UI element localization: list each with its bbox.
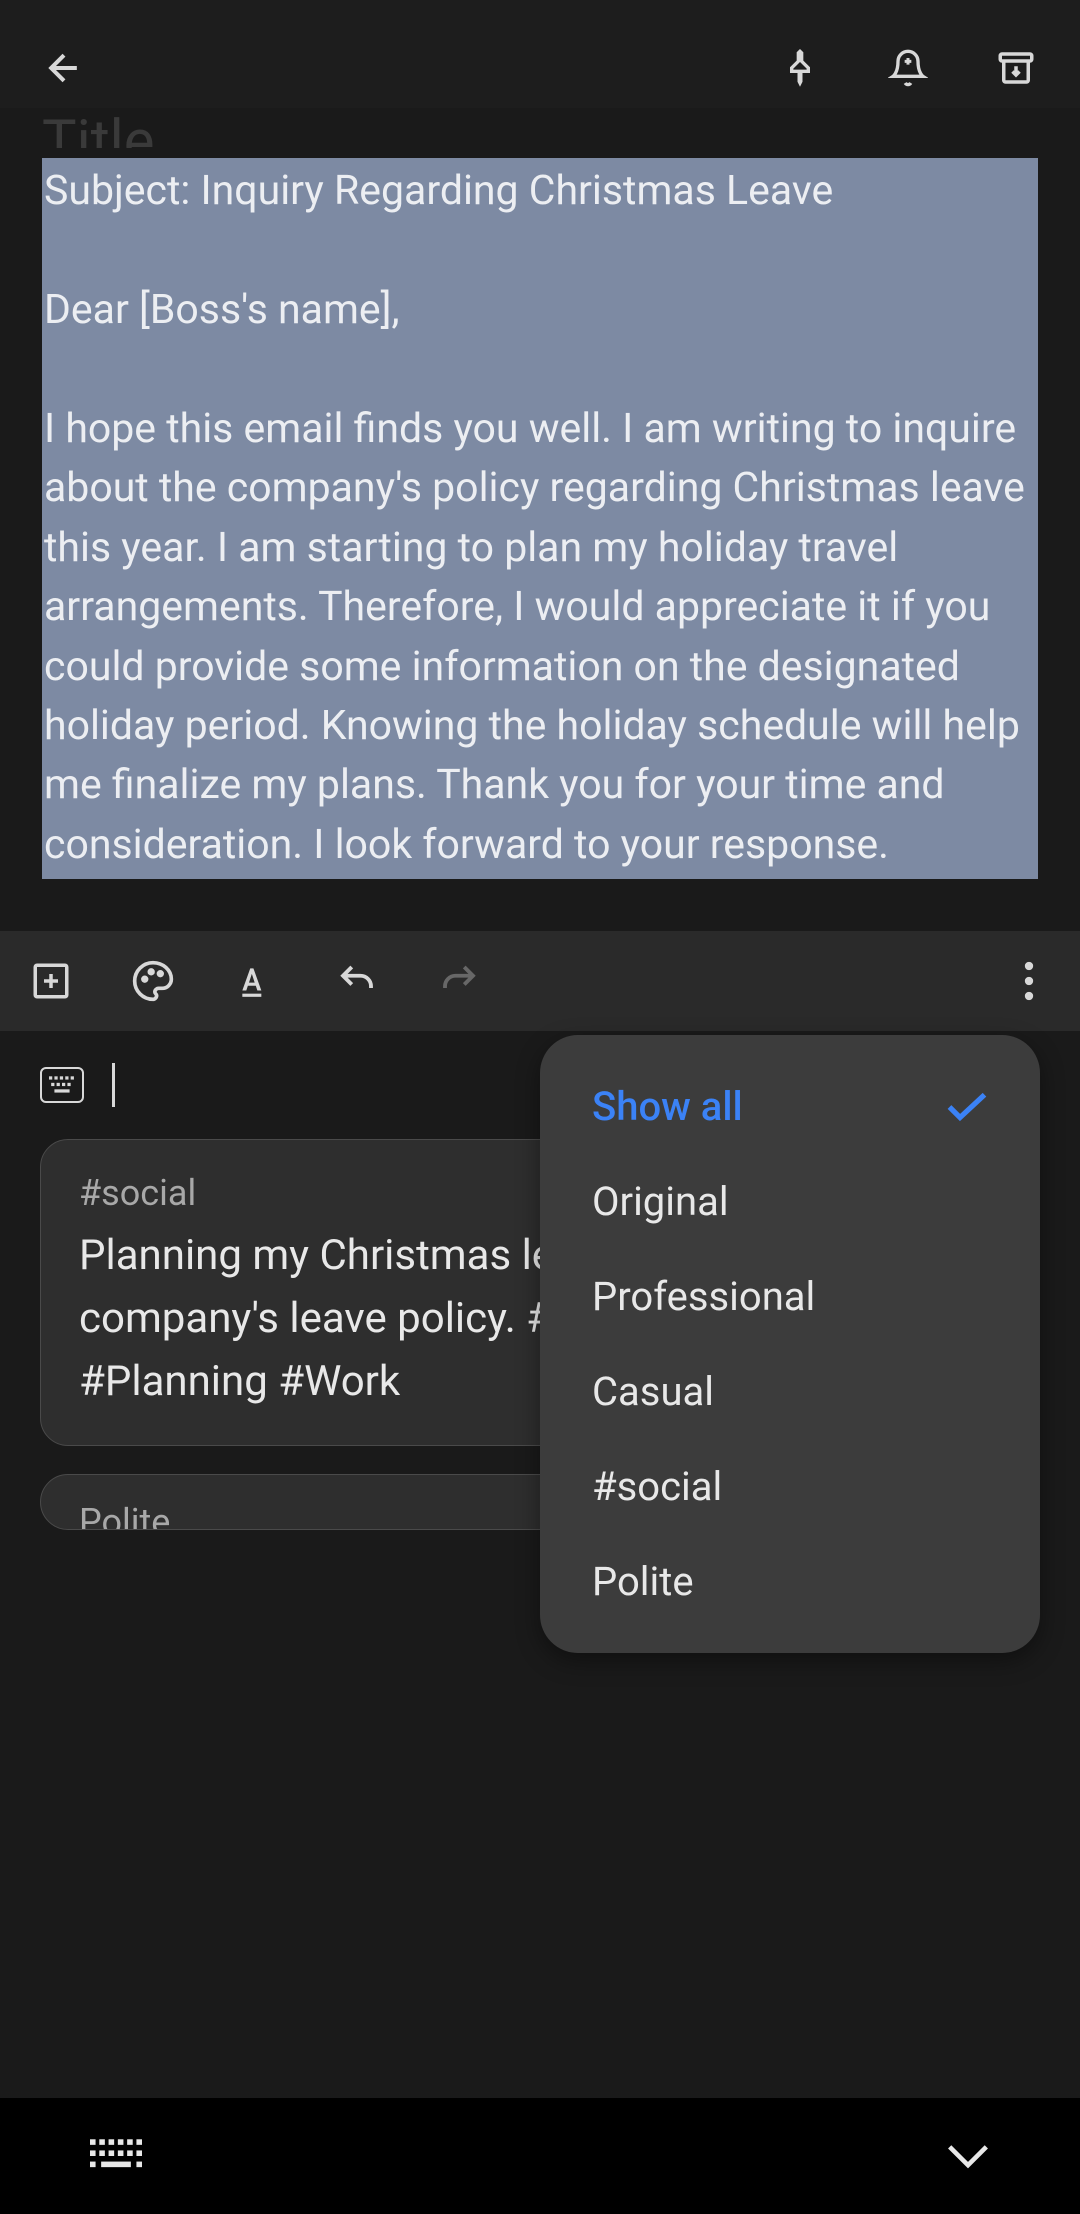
dropdown-item-social[interactable]: #social xyxy=(540,1439,1040,1534)
add-box-icon xyxy=(30,960,72,1002)
keyboard-icon xyxy=(90,2138,142,2174)
input-cursor[interactable] xyxy=(112,1063,115,1107)
note-content: Title Subject: Inquiry Regarding Christm… xyxy=(0,108,1080,879)
email-subject: Subject: Inquiry Regarding Christmas Lea… xyxy=(44,167,833,215)
collapse-button[interactable] xyxy=(946,2142,990,2170)
dropdown-item-casual[interactable]: Casual xyxy=(540,1344,1040,1439)
dropdown-label: Professional xyxy=(592,1273,815,1320)
keyboard-button[interactable] xyxy=(90,2138,142,2174)
archive-button[interactable] xyxy=(992,44,1040,92)
title-placeholder[interactable]: Title xyxy=(42,108,1038,148)
chevron-down-icon xyxy=(946,2142,990,2170)
note-body[interactable]: Subject: Inquiry Regarding Christmas Lea… xyxy=(42,158,1038,879)
undo-button[interactable] xyxy=(334,958,380,1004)
palette-button[interactable] xyxy=(130,958,176,1004)
email-greeting: Dear [Boss's name], xyxy=(44,286,400,334)
dropdown-label: #social xyxy=(592,1463,722,1510)
dropdown-item-original[interactable]: Original xyxy=(540,1154,1040,1249)
arrow-back-icon xyxy=(42,46,86,90)
tone-dropdown: Show all Original Professional Casual #s… xyxy=(540,1035,1040,1653)
dropdown-label: Show all xyxy=(592,1083,743,1130)
more-vert-icon xyxy=(1024,961,1034,1001)
text-format-button[interactable] xyxy=(232,958,278,1004)
pin-icon xyxy=(780,46,820,90)
dropdown-item-show-all[interactable]: Show all xyxy=(540,1059,1040,1154)
format-toolbar xyxy=(0,931,1080,1031)
keyboard-toggle[interactable] xyxy=(40,1067,84,1103)
check-icon xyxy=(946,1091,988,1123)
archive-icon xyxy=(995,47,1037,89)
keyboard-small-icon xyxy=(49,1076,75,1094)
add-button[interactable] xyxy=(28,958,74,1004)
dropdown-item-polite[interactable]: Polite xyxy=(540,1534,1040,1629)
redo-icon xyxy=(438,960,480,1002)
redo-button xyxy=(436,958,482,1004)
back-button[interactable] xyxy=(40,44,88,92)
pin-button[interactable] xyxy=(776,44,824,92)
palette-icon xyxy=(131,959,175,1003)
bottom-bar xyxy=(0,2098,1080,2214)
dropdown-item-professional[interactable]: Professional xyxy=(540,1249,1040,1344)
reminder-button[interactable] xyxy=(884,44,932,92)
bell-add-icon xyxy=(888,46,928,90)
dropdown-label: Casual xyxy=(592,1368,714,1415)
text-format-icon xyxy=(236,960,274,1002)
email-body-text: I hope this email finds you well. I am w… xyxy=(44,405,1025,869)
undo-icon xyxy=(336,960,378,1002)
dropdown-label: Original xyxy=(592,1178,729,1225)
dropdown-label: Polite xyxy=(592,1558,694,1605)
suggestions-panel: #social Planning my Christmas leave trav… xyxy=(0,1031,1080,1530)
more-button[interactable] xyxy=(1006,958,1052,1004)
